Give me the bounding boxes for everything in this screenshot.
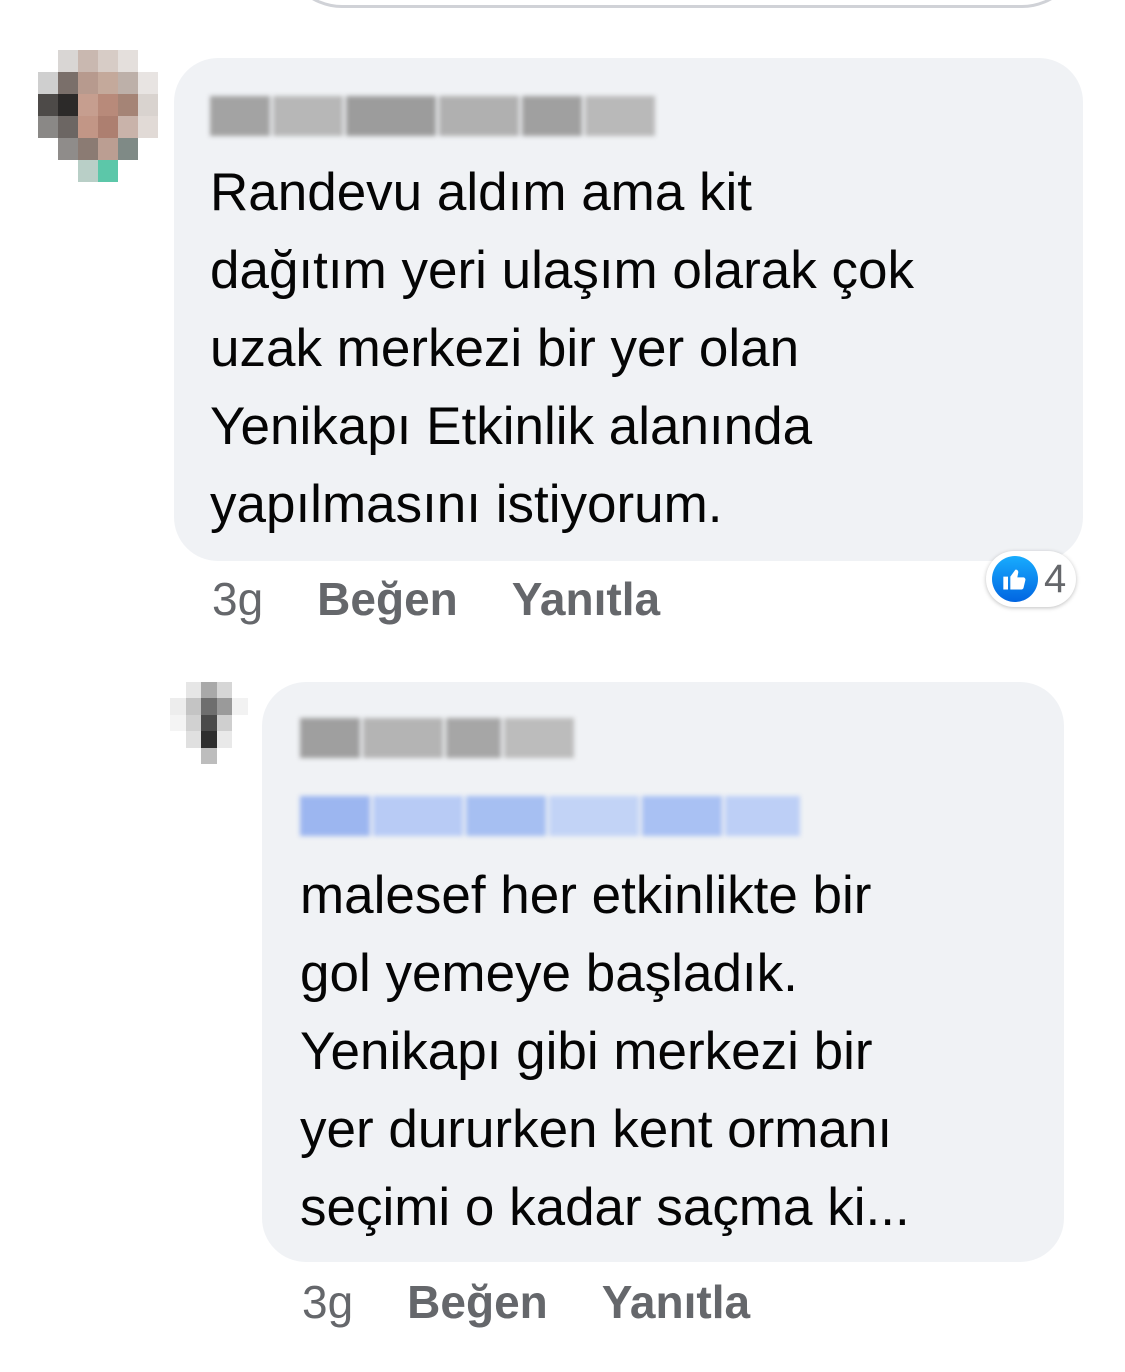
comment-text: Randevu aldım ama kit dağıtım yeri ulaşı…	[210, 163, 914, 534]
comment-actions: 3g Beğen Yanıtla	[212, 572, 660, 626]
mention-tag-blurred[interactable]	[300, 796, 808, 836]
reply-button[interactable]: Yanıtla	[512, 572, 660, 626]
replier-name-blurred[interactable]	[300, 718, 585, 758]
reply-button[interactable]: Yanıtla	[602, 1275, 750, 1329]
reaction-summary[interactable]: 4	[986, 551, 1077, 607]
reply-text: malesef her etkinlikte bir gol yemeye ba…	[300, 866, 910, 1237]
reaction-count: 4	[1044, 556, 1067, 601]
thumbs-up-icon	[992, 556, 1038, 602]
comment-timestamp[interactable]: 3g	[212, 572, 263, 626]
avatar[interactable]	[38, 50, 158, 182]
previous-comment-bubble-edge	[282, 0, 1082, 8]
like-button[interactable]: Beğen	[407, 1275, 548, 1329]
avatar[interactable]	[170, 682, 248, 764]
reply-timestamp[interactable]: 3g	[302, 1275, 353, 1329]
reply-actions: 3g Beğen Yanıtla	[302, 1275, 750, 1329]
like-button[interactable]: Beğen	[317, 572, 458, 626]
commenter-name-blurred[interactable]	[210, 96, 665, 136]
